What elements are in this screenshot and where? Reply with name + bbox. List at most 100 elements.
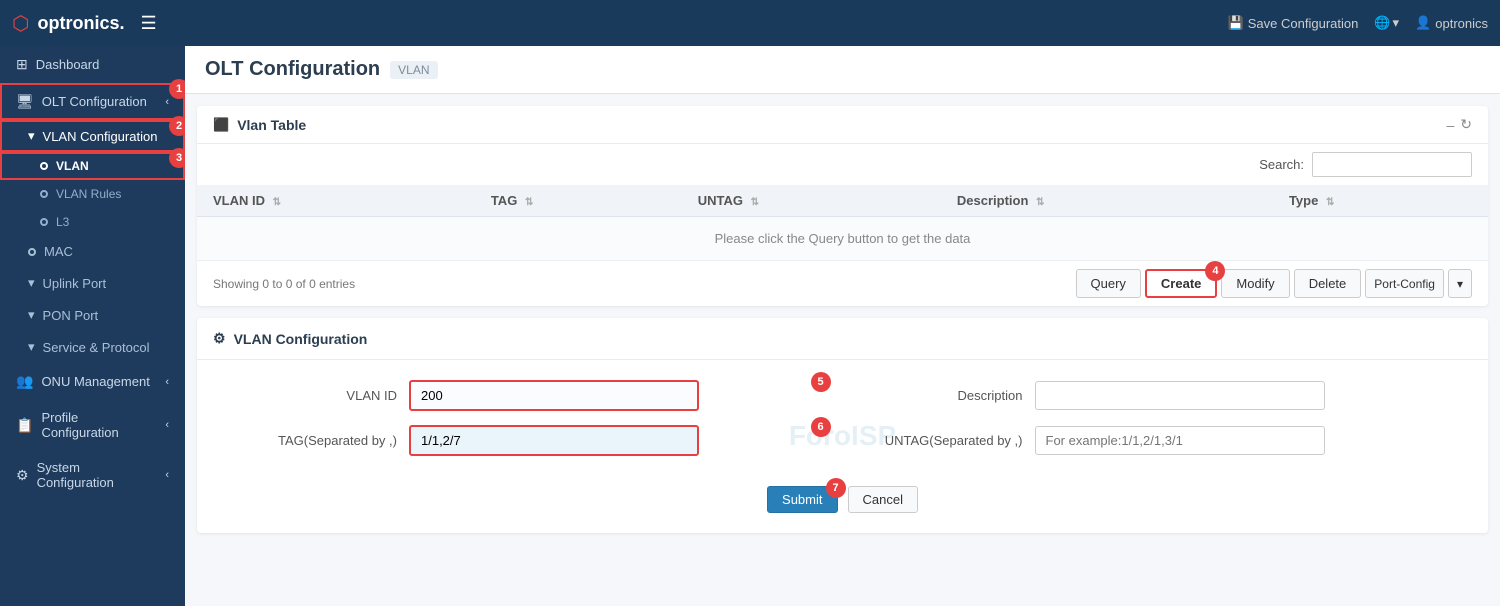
chevron-icon: ▾ (28, 307, 35, 323)
sidebar-item-mac[interactable]: MAC (0, 236, 185, 267)
untag-row: UNTAG(Separated by ,) (863, 425, 1449, 456)
table-controls: Search: (197, 144, 1488, 185)
page-header: OLT Configuration VLAN (185, 46, 1500, 94)
tag-row: TAG(Separated by ,) 6 (237, 425, 823, 456)
navbar-right: 💾 Save Configuration 🌐 ▾ 👤 optronics (1228, 15, 1488, 31)
save-icon: 💾 (1228, 15, 1244, 31)
table-header-row: VLAN ID ⇅ TAG ⇅ UNTAG ⇅ Description (197, 185, 1488, 217)
vlan-config-card: ForoISP ⚙ VLAN Configuration VLAN ID 5 D… (197, 318, 1488, 533)
badge-3: 3 (169, 148, 185, 168)
vlan-id-label: VLAN ID (237, 388, 397, 403)
sort-icon: ⇅ (273, 197, 281, 208)
circle-dot (28, 248, 36, 256)
sort-icon: ⇅ (525, 197, 533, 208)
profile-icon: 📋 (16, 417, 33, 434)
untag-input[interactable] (1035, 426, 1325, 455)
user-icon: 👤 (1415, 15, 1431, 31)
navbar: ⬡ optronics. ☰ 💾 Save Configuration 🌐 ▾ … (0, 0, 1500, 46)
search-label: Search: (1259, 157, 1304, 172)
chevron-down-icon: ▾ (28, 128, 35, 144)
description-row: Description (863, 380, 1449, 411)
sidebar-item-uplink-port[interactable]: ▾ Uplink Port (0, 267, 185, 299)
dashboard-icon: ⊞ (16, 56, 28, 73)
badge-5: 5 (811, 372, 831, 392)
vlan-id-input[interactable] (409, 380, 699, 411)
vlan-table: VLAN ID ⇅ TAG ⇅ UNTAG ⇅ Description (197, 185, 1488, 261)
brand: ⬡ optronics. (12, 11, 124, 36)
circle-icon (40, 190, 48, 198)
content-area: OLT Configuration VLAN ⬛ Vlan Table – ↻ … (185, 46, 1500, 606)
hamburger-icon[interactable]: ☰ (140, 13, 156, 34)
chevron-icon: ▾ (28, 275, 35, 291)
card-title: Vlan Table (237, 117, 306, 133)
empty-message: Please click the Query button to get the… (197, 217, 1488, 261)
chevron-icon: ‹ (165, 96, 169, 108)
save-config-button[interactable]: 💾 Save Configuration (1228, 15, 1359, 31)
badge-1: 1 (169, 79, 185, 99)
query-button[interactable]: Query (1076, 269, 1141, 298)
badge-6: 6 (811, 417, 831, 437)
settings-icon: ⚙ (16, 467, 29, 484)
chevron-icon: ‹ (165, 419, 169, 431)
sidebar-item-onu-management[interactable]: 👥 ONU Management ‹ (0, 363, 185, 400)
sidebar-item-dashboard[interactable]: ⊞ Dashboard (0, 46, 185, 83)
table-empty-row: Please click the Query button to get the… (197, 217, 1488, 261)
circle-icon (40, 218, 48, 226)
main-layout: ⊞ Dashboard 🖥 OLT Configuration ‹ 1 ▾ VL… (0, 46, 1500, 606)
sort-icon: ⇅ (1326, 197, 1334, 208)
col-type: Type ⇅ (1273, 185, 1488, 217)
sidebar-item-service-protocol[interactable]: ▾ Service & Protocol (0, 331, 185, 363)
sidebar-item-system-config[interactable]: ⚙ System Configuration ‹ (0, 450, 185, 500)
description-label: Description (863, 388, 1023, 403)
form-actions: Submit 7 Cancel (197, 476, 1488, 533)
tag-label: TAG(Separated by ,) (237, 433, 397, 448)
table-icon: ⬛ (213, 117, 229, 133)
page-title: OLT Configuration (205, 58, 380, 81)
table-footer: Showing 0 to 0 of 0 entries Query Create… (197, 261, 1488, 306)
port-config-button[interactable]: Port-Config (1365, 269, 1444, 298)
sort-icon: ⇅ (1036, 197, 1044, 208)
col-vlan-id: VLAN ID ⇅ (197, 185, 475, 217)
refresh-button[interactable]: ↻ (1460, 116, 1472, 133)
badge-7: 7 (826, 478, 846, 498)
modify-button[interactable]: Modify (1221, 269, 1289, 298)
card-header: ⬛ Vlan Table – ↻ (197, 106, 1488, 144)
search-input[interactable] (1312, 152, 1472, 177)
cancel-button[interactable]: Cancel (848, 486, 918, 513)
col-description: Description ⇅ (941, 185, 1273, 217)
vlan-config-title: VLAN Configuration (234, 331, 368, 347)
vlan-config-form: VLAN ID 5 Description TAG(Separated by ,… (197, 360, 1488, 476)
chevron-icon: ‹ (165, 469, 169, 481)
breadcrumb: VLAN (390, 61, 437, 79)
card-header-actions: – ↻ (1446, 116, 1472, 133)
sidebar-item-pon-port[interactable]: ▾ PON Port (0, 299, 185, 331)
sort-icon: ⇅ (751, 197, 759, 208)
logo-icon: ⬡ (12, 11, 29, 36)
table-actions: Query Create 4 Modify Delete Port-Config… (1076, 269, 1472, 298)
description-input[interactable] (1035, 381, 1325, 410)
showing-text: Showing 0 to 0 of 0 entries (213, 277, 355, 291)
delete-button[interactable]: Delete (1294, 269, 1362, 298)
circle-icon (40, 162, 48, 170)
untag-label: UNTAG(Separated by ,) (863, 433, 1023, 448)
language-button[interactable]: 🌐 ▾ (1374, 15, 1399, 31)
vlan-config-header: ⚙ VLAN Configuration (197, 318, 1488, 360)
sidebar-item-vlan[interactable]: VLAN (0, 152, 185, 180)
tag-input[interactable] (409, 425, 699, 456)
sidebar-item-vlan-config[interactable]: ▾ VLAN Configuration (0, 120, 185, 152)
col-untag: UNTAG ⇅ (682, 185, 941, 217)
users-icon: 👥 (16, 373, 33, 390)
user-menu-button[interactable]: 👤 optronics (1415, 15, 1488, 31)
port-config-chevron[interactable]: ▾ (1448, 269, 1472, 298)
minimize-button[interactable]: – (1446, 116, 1454, 133)
monitor-icon: 🖥 (16, 93, 34, 110)
chevron-down-icon: ▾ (1393, 15, 1400, 31)
vlan-table-card: ⬛ Vlan Table – ↻ Search: VLAN ID ⇅ (197, 106, 1488, 306)
sidebar-item-vlan-rules[interactable]: VLAN Rules (0, 180, 185, 208)
sidebar-item-olt-config[interactable]: 🖥 OLT Configuration ‹ (0, 83, 185, 120)
chevron-icon: ‹ (165, 376, 169, 388)
sidebar: ⊞ Dashboard 🖥 OLT Configuration ‹ 1 ▾ VL… (0, 46, 185, 606)
sidebar-item-l3[interactable]: L3 (0, 208, 185, 236)
sidebar-item-profile-config[interactable]: 📋 Profile Configuration ‹ (0, 400, 185, 450)
logo-text: optronics. (37, 13, 124, 34)
